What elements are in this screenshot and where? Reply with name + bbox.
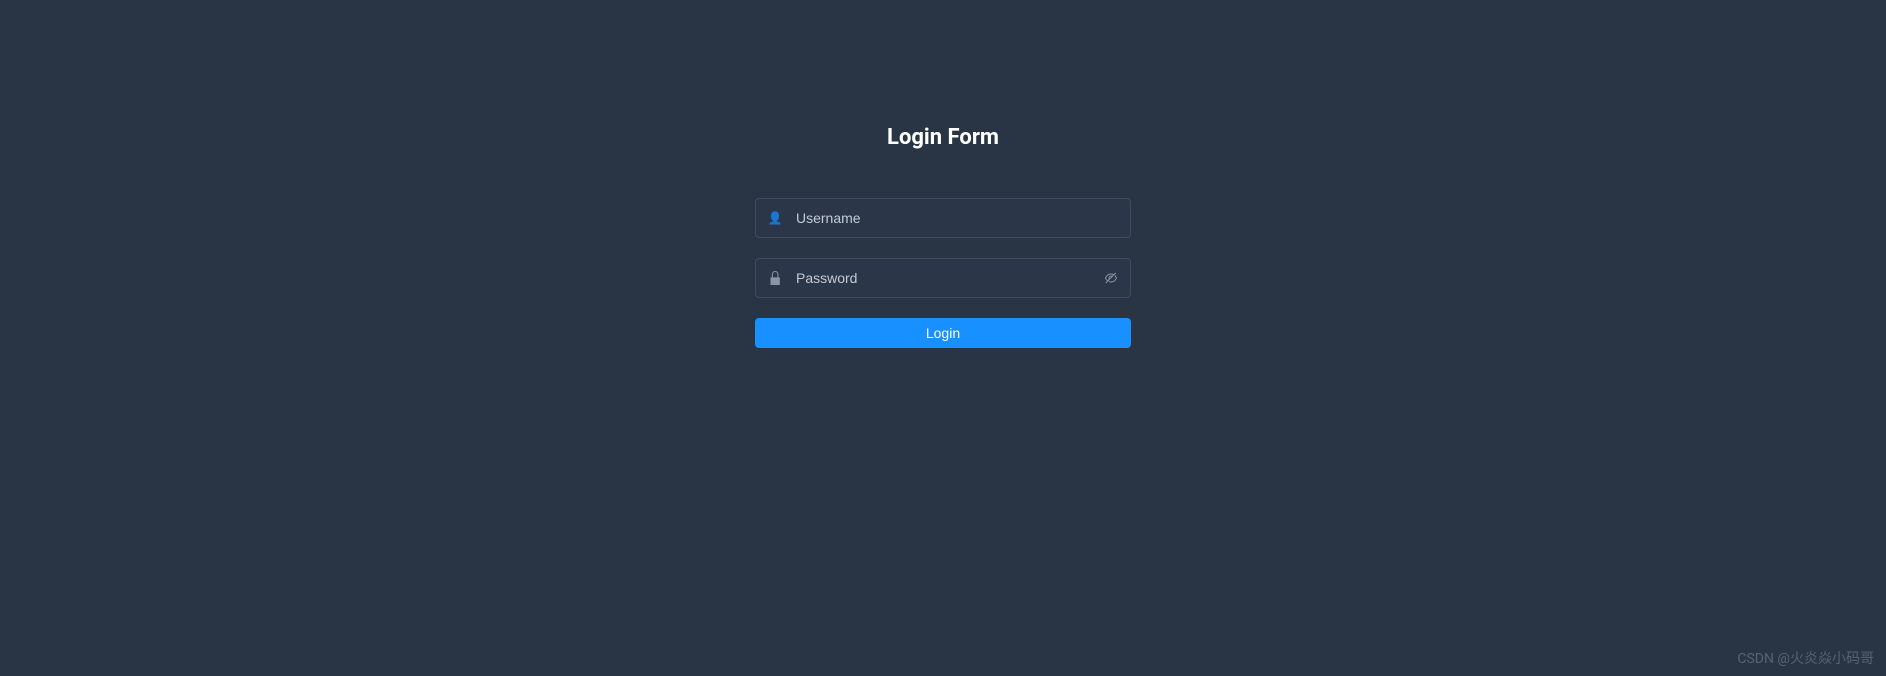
eye-closed-icon[interactable] — [1104, 271, 1118, 285]
login-button[interactable]: Login — [755, 318, 1131, 348]
lock-icon — [768, 271, 782, 285]
login-form: 👤 Login — [755, 198, 1131, 348]
username-field-wrapper: 👤 — [755, 198, 1131, 238]
password-field-wrapper — [755, 258, 1131, 298]
form-title: Login Form — [887, 125, 999, 150]
username-input[interactable] — [782, 199, 1118, 237]
password-input[interactable] — [782, 259, 1104, 297]
user-icon: 👤 — [768, 211, 782, 225]
watermark: CSDN @火炎焱小码哥 — [1737, 648, 1874, 668]
